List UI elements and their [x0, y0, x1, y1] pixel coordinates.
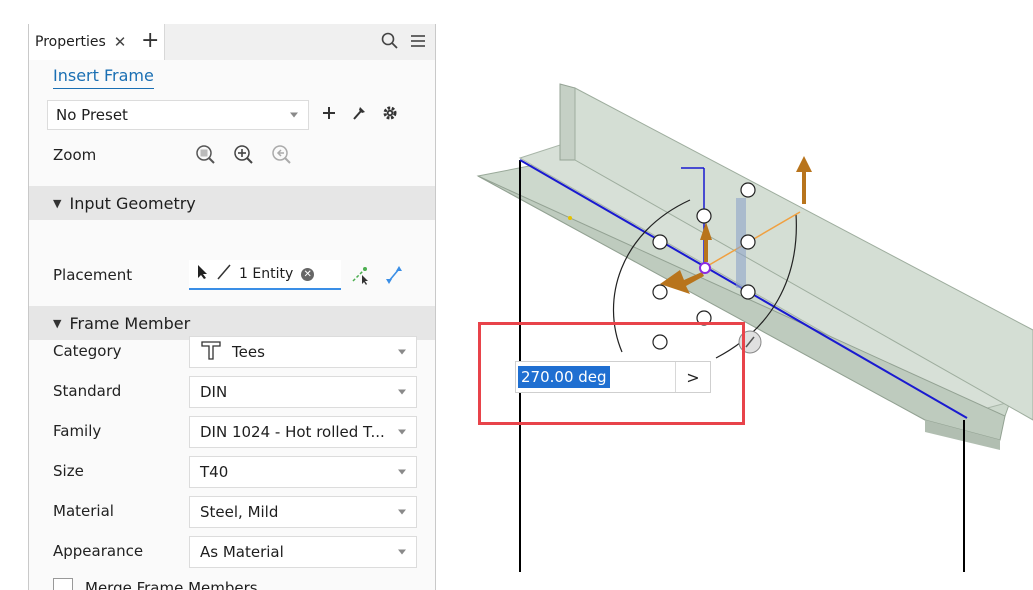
line-icon — [215, 263, 233, 285]
material-dropdown[interactable]: Steel, Mild — [189, 496, 417, 528]
preset-value: No Preset — [56, 106, 128, 124]
standard-label: Standard — [53, 382, 122, 400]
section-title: Input Geometry — [69, 193, 196, 213]
panel-body: Insert Frame No Preset Zoom ▼ Input Geom… — [29, 60, 435, 590]
placement-value: 1 Entity — [239, 266, 294, 282]
yellow-point — [568, 216, 572, 220]
size-value: T40 — [200, 463, 229, 481]
graphics-viewport[interactable] — [436, 0, 1033, 590]
appearance-value: As Material — [200, 543, 284, 561]
placement-selector[interactable]: 1 Entity ✕ — [189, 260, 341, 290]
material-label: Material — [53, 502, 114, 520]
insert-frame-title[interactable]: Insert Frame — [53, 66, 154, 89]
select-curve-icon[interactable] — [351, 265, 371, 289]
close-icon[interactable]: ✕ — [114, 33, 127, 51]
zoom-previous-icon[interactable] — [271, 144, 293, 170]
size-dropdown[interactable]: T40 — [189, 456, 417, 488]
properties-panel: Properties ✕ + Insert Frame No Preset Zo… — [28, 24, 436, 590]
chevron-down-icon — [398, 429, 406, 435]
chevron-down-icon — [290, 112, 298, 118]
category-label: Category — [53, 342, 122, 360]
category-value: Tees — [232, 343, 265, 361]
standard-value: DIN — [200, 383, 228, 401]
zoom-all-icon[interactable] — [195, 144, 217, 170]
chevron-down-icon — [398, 389, 406, 395]
annotation-highlight-box — [478, 322, 745, 425]
tab-label: Properties — [35, 34, 106, 50]
family-dropdown[interactable]: DIN 1024 - Hot rolled T... — [189, 416, 417, 448]
merge-checkbox[interactable] — [53, 578, 73, 590]
select-arrow-icon — [197, 264, 209, 284]
add-preset-icon[interactable] — [321, 105, 337, 125]
panel-tabbar: Properties ✕ + — [29, 24, 435, 60]
zoom-label: Zoom — [53, 146, 97, 164]
placement-label: Placement — [53, 266, 133, 284]
origin-point[interactable] — [699, 262, 711, 274]
collapse-triangle-icon: ▼ — [53, 196, 62, 210]
collapse-triangle-icon: ▼ — [53, 316, 62, 330]
tee-profile-icon — [200, 339, 222, 365]
material-value: Steel, Mild — [200, 503, 279, 521]
gear-icon[interactable] — [381, 104, 399, 126]
clear-icon[interactable]: ✕ — [301, 267, 315, 281]
family-value: DIN 1024 - Hot rolled T... — [200, 423, 385, 441]
flip-icon[interactable] — [385, 265, 403, 289]
section-frame-member[interactable]: ▼ Frame Member — [29, 306, 435, 340]
family-label: Family — [53, 422, 102, 440]
standard-dropdown[interactable]: DIN — [189, 376, 417, 408]
chevron-down-icon — [398, 469, 406, 475]
chevron-down-icon — [398, 509, 406, 515]
preset-dropdown[interactable]: No Preset — [47, 100, 309, 130]
zoom-in-icon[interactable] — [233, 144, 255, 170]
section-title: Frame Member — [69, 313, 191, 333]
appearance-dropdown[interactable]: As Material — [189, 536, 417, 568]
menu-icon[interactable] — [409, 32, 427, 50]
section-input-geometry[interactable]: ▼ Input Geometry — [29, 186, 435, 220]
chevron-down-icon — [398, 549, 406, 555]
merge-frame-members-row[interactable]: Merge Frame Members — [53, 578, 258, 590]
appearance-label: Appearance — [53, 542, 144, 560]
chevron-down-icon — [398, 349, 406, 355]
pin-icon[interactable] — [351, 105, 367, 125]
size-label: Size — [53, 462, 84, 480]
category-dropdown[interactable]: Tees — [189, 336, 417, 368]
search-icon[interactable] — [381, 32, 399, 50]
add-tab-button[interactable]: + — [141, 30, 159, 52]
merge-label: Merge Frame Members — [85, 579, 258, 590]
